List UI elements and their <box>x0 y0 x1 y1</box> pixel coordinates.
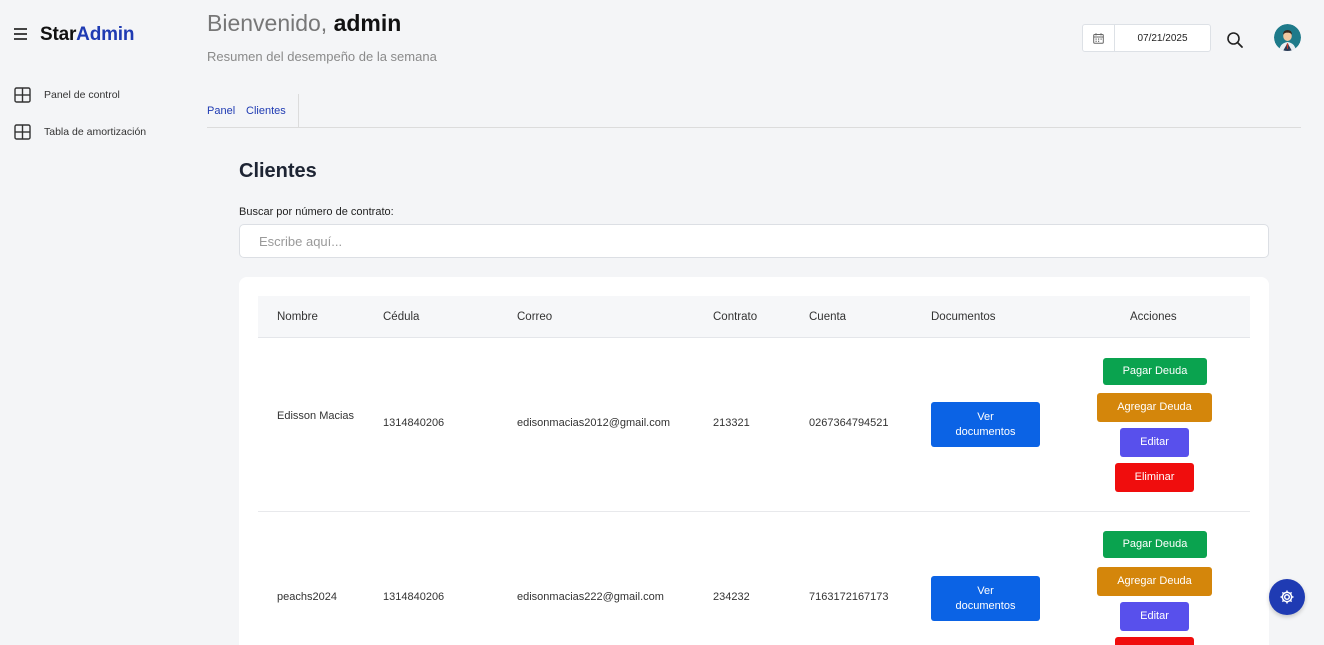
greeting-text: Bienvenido, <box>207 10 328 36</box>
edit-button[interactable]: Editar <box>1120 602 1189 631</box>
cell-cuenta: 7163172167173 <box>809 591 889 603</box>
calendar-icon[interactable] <box>1083 25 1115 51</box>
column-header-nombre: Nombre <box>277 311 318 323</box>
edit-button[interactable]: Editar <box>1120 428 1189 457</box>
search-label: Buscar por número de contrato: <box>239 206 394 218</box>
table-header: Nombre Cédula Correo Contrato Cuenta Doc… <box>258 296 1250 338</box>
column-header-correo: Correo <box>517 311 553 323</box>
grid-icon <box>14 124 31 140</box>
welcome-heading: Bienvenido, admin <box>207 10 401 37</box>
grid-icon <box>14 87 31 103</box>
cell-cuenta: 0267364794521 <box>809 417 889 429</box>
column-header-contrato: Contrato <box>713 311 758 323</box>
cell-cedula: 1314840206 <box>383 591 445 603</box>
cell-nombre: Edisson Macias <box>277 410 355 422</box>
column-header-cuenta: Cuenta <box>809 311 847 323</box>
cell-correo: edisonmacias2012@gmail.com <box>517 417 671 429</box>
cell-cedula: 1314840206 <box>383 417 445 429</box>
sidebar-item-label: Tabla de amortización <box>44 126 147 138</box>
column-header-cedula: Cédula <box>383 311 420 323</box>
add-debt-button[interactable]: Agregar Deuda <box>1097 567 1212 596</box>
date-picker[interactable]: 07/21/2025 <box>1082 24 1211 52</box>
brand-logo[interactable]: StarAdmin <box>40 24 134 46</box>
page-title: Clientes <box>239 160 317 182</box>
cell-contrato: 213321 <box>713 417 750 429</box>
sidebar-item-panel-de-control[interactable]: Panel de control <box>14 85 120 105</box>
brand-part2: Admin <box>76 24 135 45</box>
delete-button[interactable]: Eliminar <box>1115 637 1194 645</box>
clients-table-card: Nombre Cédula Correo Contrato Cuenta Doc… <box>239 277 1269 645</box>
delete-button[interactable]: Eliminar <box>1115 463 1194 492</box>
pay-debt-button[interactable]: Pagar Deuda <box>1103 531 1207 558</box>
settings-gear-button[interactable] <box>1269 579 1305 615</box>
gear-icon <box>1280 590 1294 604</box>
sidebar: StarAdmin Panel de control Tabla de amor… <box>0 0 200 645</box>
search-icon[interactable] <box>1226 31 1244 49</box>
tab-bar: Panel Clientes <box>207 94 1301 128</box>
cell-nombre: peachs2024 <box>277 591 337 603</box>
tab-panel[interactable]: Panel <box>207 94 235 127</box>
row-divider <box>258 511 1250 512</box>
sidebar-item-tabla-de-amortizacion[interactable]: Tabla de amortización <box>14 122 146 142</box>
pay-debt-button[interactable]: Pagar Deuda <box>1103 358 1207 385</box>
view-documents-button[interactable]: Ver documentos <box>931 402 1040 447</box>
menu-toggle-icon[interactable] <box>14 28 27 40</box>
add-debt-button[interactable]: Agregar Deuda <box>1097 393 1212 422</box>
tab-clientes[interactable]: Clientes <box>246 94 299 127</box>
cell-correo: edisonmacias222@gmail.com <box>517 591 664 603</box>
date-field[interactable]: 07/21/2025 <box>1115 25 1210 51</box>
sidebar-item-label: Panel de control <box>44 89 120 101</box>
avatar[interactable] <box>1274 24 1301 51</box>
view-documents-button[interactable]: Ver documentos <box>931 576 1040 621</box>
page-subtitle: Resumen del desempeño de la semana <box>207 49 437 64</box>
cell-contrato: 234232 <box>713 591 750 603</box>
contract-search-input[interactable] <box>239 224 1269 258</box>
column-header-documentos: Documentos <box>931 311 996 323</box>
username: admin <box>333 10 402 36</box>
brand-part1: Star <box>40 24 77 45</box>
column-header-acciones: Acciones <box>1130 311 1177 323</box>
